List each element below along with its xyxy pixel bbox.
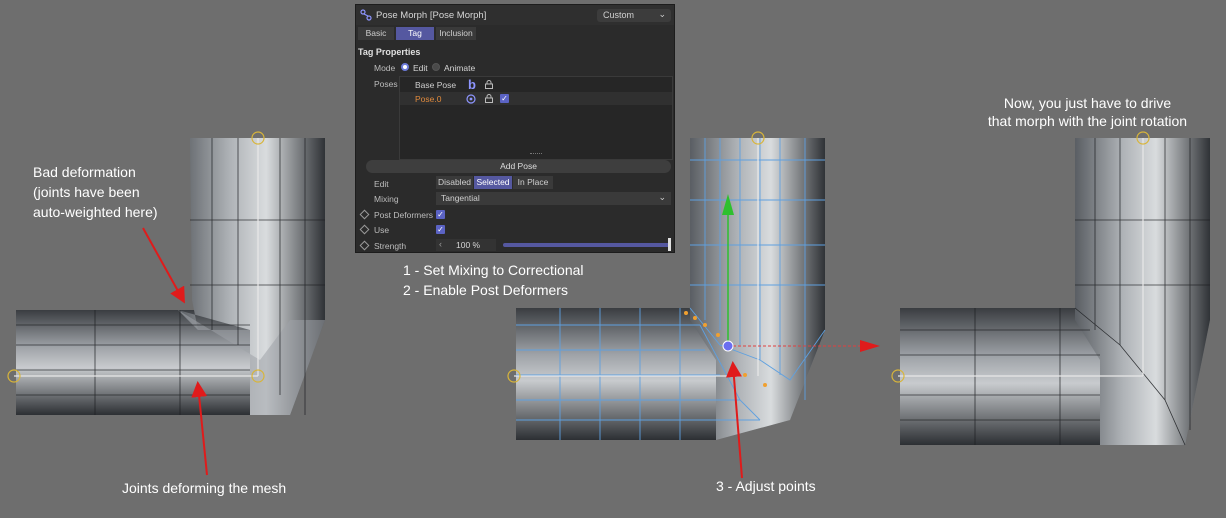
- pose-name: Pose.0: [415, 94, 442, 104]
- pose-name: Base Pose: [415, 80, 457, 90]
- arrow-icon: [142, 227, 185, 304]
- strength-slider-handle[interactable]: [668, 238, 671, 251]
- x-axis-arrow-icon: [860, 340, 880, 352]
- mesh-corrected: [891, 131, 1210, 446]
- keyframe-diamond-icon[interactable]: [359, 209, 370, 220]
- tab-inclusion[interactable]: Inclusion: [436, 27, 476, 40]
- lock-icon[interactable]: [485, 94, 493, 103]
- base-pose-icon[interactable]: b: [468, 77, 476, 92]
- tab-tag[interactable]: Tag: [396, 27, 434, 40]
- tab-basic[interactable]: Basic: [358, 27, 394, 40]
- strength-label: Strength: [374, 241, 407, 251]
- edit-label: Edit: [374, 179, 389, 189]
- strength-field[interactable]: ‹ 100 %: [436, 239, 496, 251]
- target-icon[interactable]: [466, 94, 476, 104]
- mode-animate-label: Animate: [444, 63, 476, 73]
- chevron-down-icon: ⌄: [658, 9, 666, 19]
- post-deformers-label: Post Deformers: [374, 210, 434, 220]
- annotation-step-1: 1 - Set Mixing to Correctional: [403, 262, 584, 278]
- edit-selected-option[interactable]: Selected: [474, 176, 512, 189]
- mixing-value: Tangential: [441, 193, 480, 203]
- annotation-now-drive: Now, you just have to drive that morph w…: [987, 95, 1188, 129]
- strength-value: 100 %: [456, 240, 481, 250]
- edit-disabled-option[interactable]: Disabled: [436, 176, 473, 189]
- add-pose-button[interactable]: Add Pose: [366, 160, 671, 173]
- annotation-step-2: 2 - Enable Post Deformers: [403, 282, 568, 298]
- keyframe-diamond-icon[interactable]: [359, 224, 370, 235]
- preset-value: Custom: [603, 10, 635, 20]
- pose-enabled-checkbox[interactable]: ✓: [500, 94, 509, 103]
- annotation-joints-deforming: Joints deforming the mesh: [122, 480, 287, 496]
- use-checkbox[interactable]: ✓: [436, 225, 445, 234]
- mixing-dropdown[interactable]: Tangential ⌄: [436, 192, 671, 205]
- mode-animate-radio[interactable]: [432, 63, 440, 71]
- lock-icon[interactable]: [485, 80, 493, 89]
- keyframe-diamond-icon[interactable]: [359, 240, 370, 251]
- pose-item-0[interactable]: Pose.0 ✓: [400, 92, 672, 105]
- post-deformers-checkbox[interactable]: ✓: [436, 210, 445, 219]
- chevron-left-icon: ‹: [439, 239, 442, 249]
- annotation-bad-deformation: Bad deformation (joints have been auto-w…: [33, 164, 158, 220]
- panel-title: Pose Morph [Pose Morph]: [376, 10, 487, 21]
- pose-item-base[interactable]: Base Pose b: [400, 77, 672, 92]
- poses-list[interactable]: Base Pose b Pose.0 ✓: [399, 76, 673, 160]
- mixing-label: Mixing: [374, 194, 399, 204]
- mode-edit-label: Edit: [413, 63, 428, 73]
- edit-in-place-option[interactable]: In Place: [513, 176, 553, 189]
- pose-morph-tag-icon: [360, 9, 372, 21]
- use-label: Use: [374, 225, 390, 235]
- strength-slider[interactable]: [503, 243, 670, 247]
- annotation-step-3: 3 - Adjust points: [716, 478, 816, 494]
- section-title: Tag Properties: [358, 47, 421, 57]
- pose-morph-panel: Pose Morph [Pose Morph] Custom ⌄ Basic T…: [355, 4, 675, 253]
- mode-label: Mode: [374, 63, 396, 73]
- chevron-down-icon: ⌄: [658, 192, 666, 202]
- preset-dropdown[interactable]: Custom ⌄: [597, 9, 671, 22]
- resize-handle[interactable]: [530, 153, 542, 156]
- mode-edit-radio[interactable]: [401, 63, 409, 71]
- poses-label: Poses: [374, 79, 398, 89]
